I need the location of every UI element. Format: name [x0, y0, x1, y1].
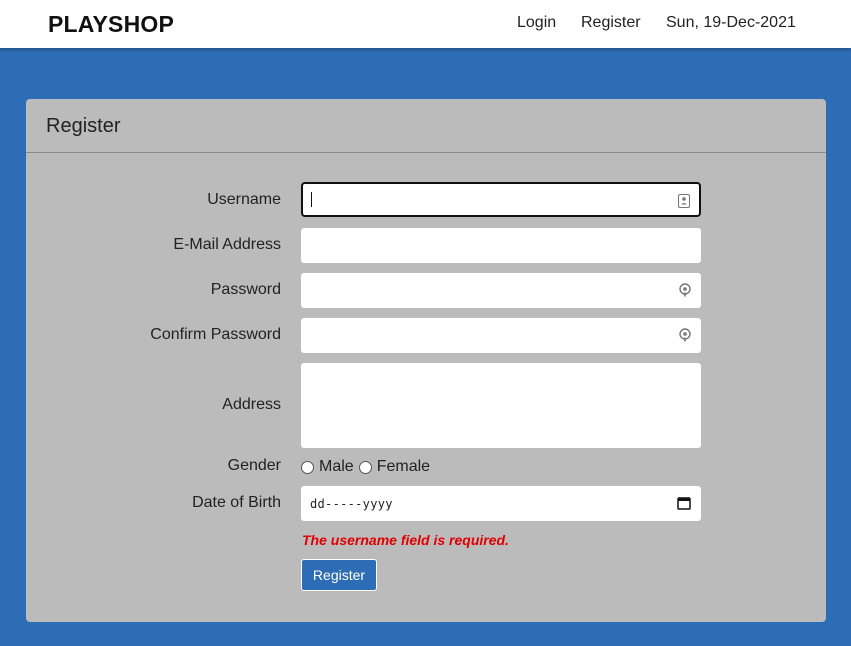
- nav-login-link[interactable]: Login: [517, 14, 556, 32]
- dob-label: Date of Birth: [192, 494, 281, 511]
- key-icon: [679, 283, 691, 297]
- username-input[interactable]: [301, 182, 701, 217]
- username-label: Username: [207, 191, 281, 208]
- dob-placeholder: dd-----yyyy: [310, 497, 393, 511]
- gender-female-radio[interactable]: [358, 460, 372, 474]
- current-date: Sun, 19-Dec-2021: [666, 14, 796, 31]
- email-label: E-Mail Address: [173, 236, 281, 253]
- username-error-message: The username field is required.: [302, 532, 509, 548]
- navbar: PLAYSHOP Login Register Sun, 19-Dec-2021: [0, 0, 851, 48]
- gender-radio-group: Male Female: [301, 457, 435, 477]
- contact-card-icon: [678, 194, 690, 208]
- gender-label: Gender: [227, 457, 281, 474]
- email-input[interactable]: [301, 228, 701, 263]
- card-header: Register: [26, 99, 826, 153]
- dob-input[interactable]: dd-----yyyy: [301, 486, 701, 521]
- key-icon: [679, 328, 691, 342]
- gender-female-label[interactable]: Female: [377, 458, 430, 476]
- register-card: Register Username E-Mail Address Passwor…: [26, 99, 826, 622]
- card-title: Register: [46, 115, 121, 137]
- address-textarea[interactable]: [301, 363, 701, 448]
- address-label: Address: [222, 396, 281, 413]
- brand-logo[interactable]: PLAYSHOP: [48, 11, 174, 38]
- register-submit-button[interactable]: Register: [301, 559, 377, 591]
- password-input[interactable]: [301, 273, 701, 308]
- text-caret: [311, 192, 312, 207]
- gender-male-label[interactable]: Male: [319, 458, 354, 476]
- gender-male-radio[interactable]: [301, 460, 314, 474]
- confirm-password-label: Confirm Password: [150, 326, 281, 343]
- password-label: Password: [210, 281, 281, 298]
- nav-register-link[interactable]: Register: [581, 14, 641, 32]
- confirm-password-input[interactable]: [301, 318, 701, 353]
- calendar-icon[interactable]: [677, 496, 691, 510]
